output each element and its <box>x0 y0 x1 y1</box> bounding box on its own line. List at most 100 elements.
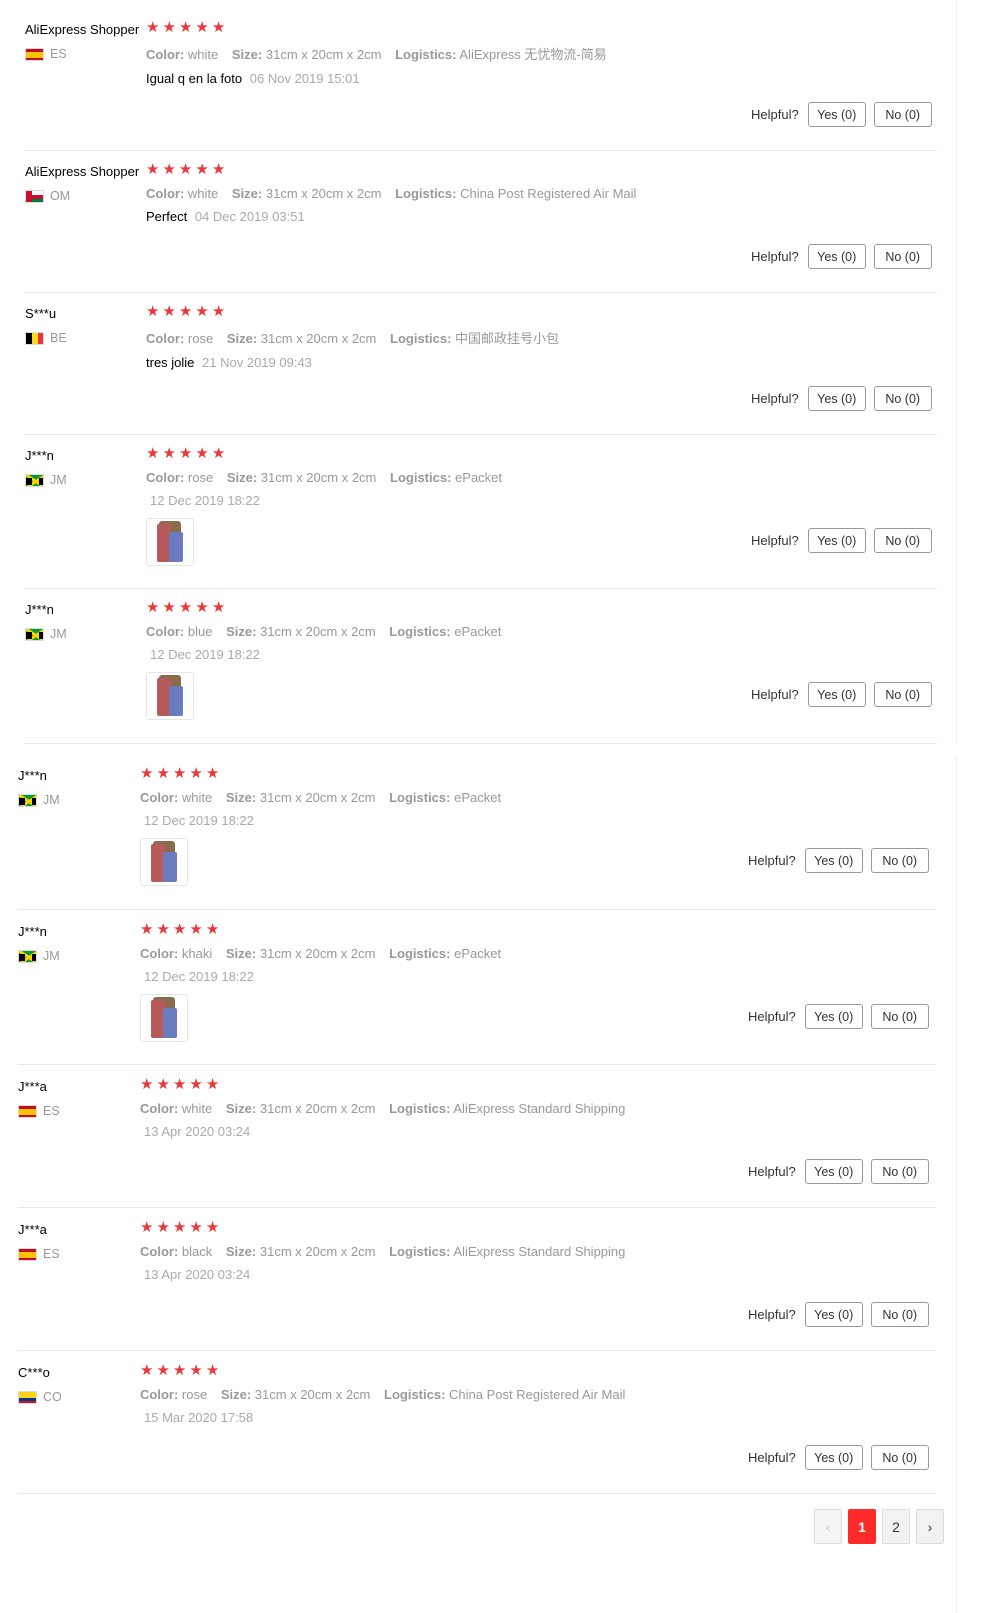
helpful-yes-button[interactable]: Yes (0) <box>804 1159 863 1184</box>
helpful-yes-button[interactable]: Yes (0) <box>807 528 866 553</box>
reviewer-name: J***n <box>18 768 47 783</box>
review-photo-thumbnail[interactable] <box>146 518 194 566</box>
review-text-line: 12 Dec 2019 18:22 <box>146 647 511 662</box>
helpful-no-button[interactable]: No (0) <box>873 102 932 127</box>
star-icon: ★ <box>211 161 226 178</box>
logistics-value: ePacket <box>454 790 502 805</box>
star-icon: ★ <box>172 1219 187 1236</box>
review-body: ★ ★ ★ ★ ★ Color: rose Size: 31cm x 20cm x 2c… <box>146 304 569 370</box>
review-date: 12 Dec 2019 18:22 <box>144 969 254 984</box>
color-value: blue <box>187 624 213 639</box>
helpful-label: Helpful? <box>748 1164 796 1179</box>
helpful-no-button[interactable]: No (0) <box>870 1004 929 1029</box>
pagination: ‹ 1 2 › <box>814 1509 944 1544</box>
logistics-label: Logistics: <box>389 790 451 805</box>
review-body: ★ ★ ★ ★ ★ Color: rose Size: 31cm x 20cm x 2c… <box>146 446 512 566</box>
country-code: JM <box>43 949 60 963</box>
rating-stars: ★ ★ ★ ★ ★ <box>146 600 511 616</box>
helpful-yes-button[interactable]: Yes (0) <box>804 848 863 873</box>
star-icon: ★ <box>156 1362 170 1379</box>
helpful-label: Helpful? <box>751 687 799 702</box>
helpful-label: Helpful? <box>748 1450 796 1465</box>
review-text: Perfect <box>146 209 188 224</box>
helpful-yes-button[interactable]: Yes (0) <box>807 244 866 269</box>
helpful-label: Helpful? <box>751 391 799 406</box>
logistics-label: Logistics: <box>389 1101 451 1116</box>
review-text-line: Perfect 04 Dec 2019 03:51 <box>146 209 646 224</box>
helpful-yes-button[interactable]: Yes (0) <box>804 1445 863 1470</box>
helpful-no-button[interactable]: No (0) <box>873 528 932 553</box>
helpful-no-button[interactable]: No (0) <box>870 1445 929 1470</box>
helpful-no-button[interactable]: No (0) <box>873 682 932 707</box>
review-text: Igual q en la foto <box>146 71 243 86</box>
color-value: rose <box>187 470 214 485</box>
helpful-vote: Helpful? Yes (0) No (0) <box>748 1302 929 1327</box>
star-icon: ★ <box>162 303 176 320</box>
review-text: tres jolie <box>146 355 195 370</box>
review-item: AliExpress Shopper OM ★ ★ ★ ★ ★ Color: white… <box>25 142 937 293</box>
size-label: Size: <box>225 790 257 805</box>
reviewer-name: J***a <box>18 1222 47 1237</box>
helpful-vote: Helpful? Yes (0) No (0) <box>748 1445 929 1470</box>
reviewer-country: JM <box>25 473 150 487</box>
color-value: white <box>187 186 219 201</box>
next-page-button[interactable]: › <box>916 1509 944 1544</box>
color-value: rose <box>187 331 214 346</box>
review-date: 12 Dec 2019 18:22 <box>150 493 260 508</box>
star-icon: ★ <box>156 1219 170 1236</box>
country-code: CO <box>43 1390 62 1404</box>
color-label: Color: <box>140 946 179 961</box>
review-photo-thumbnail[interactable] <box>140 838 188 886</box>
helpful-no-button[interactable]: No (0) <box>870 1159 929 1184</box>
color-label: Color: <box>146 470 185 485</box>
prev-page-button[interactable]: ‹ <box>814 1509 842 1544</box>
sku-info: Color: white Size: 31cm x 20cm x 2cm Log… <box>140 790 511 805</box>
country-code: JM <box>50 473 67 487</box>
helpful-yes-button[interactable]: Yes (0) <box>804 1302 863 1327</box>
review-text-line: tres jolie 21 Nov 2019 09:43 <box>146 355 569 370</box>
color-label: Color: <box>146 331 185 346</box>
review-body: ★ ★ ★ ★ ★ Color: white Size: 31cm x 20cm x 2… <box>140 1077 635 1139</box>
size-value: 31cm x 20cm x 2cm <box>259 1244 376 1259</box>
reviewer-name: J***n <box>18 924 47 939</box>
helpful-yes-button[interactable]: Yes (0) <box>807 386 866 411</box>
helpful-no-button[interactable]: No (0) <box>870 1302 929 1327</box>
helpful-yes-button[interactable]: Yes (0) <box>807 102 866 127</box>
helpful-yes-button[interactable]: Yes (0) <box>804 1004 863 1029</box>
page-2-button[interactable]: 2 <box>882 1509 910 1544</box>
helpful-no-button[interactable]: No (0) <box>870 848 929 873</box>
helpful-no-button[interactable]: No (0) <box>873 244 932 269</box>
star-icon: ★ <box>146 445 160 462</box>
reviewer-name: J***n <box>25 448 54 463</box>
review-body: ★ ★ ★ ★ ★ Color: white Size: 31cm x 20cm x 2… <box>146 20 617 86</box>
flag-es-icon <box>25 47 44 61</box>
helpful-vote: Helpful? Yes (0) No (0) <box>751 244 932 269</box>
star-icon: ★ <box>156 765 170 782</box>
rating-stars: ★ ★ ★ ★ ★ <box>140 1077 635 1093</box>
page-1-button[interactable]: 1 <box>848 1509 876 1544</box>
star-icon: ★ <box>140 1362 154 1379</box>
review-body: ★ ★ ★ ★ ★ Color: black Size: 31cm x 20cm x 2… <box>140 1220 635 1282</box>
size-value: 31cm x 20cm x 2cm <box>260 624 376 639</box>
size-label: Size: <box>231 186 263 201</box>
country-code: JM <box>50 627 67 641</box>
review-item: AliExpress Shopper ES ★ ★ ★ ★ ★ Color: white… <box>25 0 937 151</box>
helpful-no-button[interactable]: No (0) <box>873 386 932 411</box>
star-icon: ★ <box>189 1219 203 1236</box>
review-item: C***o CO ★ ★ ★ ★ ★ Color: rose Size: 31cm x … <box>18 1343 936 1494</box>
helpful-vote: Helpful? Yes (0) No (0) <box>748 1004 929 1029</box>
star-icon: ★ <box>172 1362 187 1379</box>
helpful-vote: Helpful? Yes (0) No (0) <box>751 528 932 553</box>
review-date: 06 Nov 2019 15:01 <box>249 71 360 86</box>
helpful-yes-button[interactable]: Yes (0) <box>807 682 866 707</box>
reviewer-info: J***a ES <box>18 1222 143 1261</box>
reviewer-country: JM <box>18 949 143 963</box>
sku-info: Color: black Size: 31cm x 20cm x 2cm Log… <box>140 1244 635 1259</box>
flag-jm-icon <box>18 793 37 807</box>
color-label: Color: <box>146 186 185 201</box>
review-photo-thumbnail[interactable] <box>140 994 188 1042</box>
star-icon: ★ <box>211 19 226 36</box>
review-photo-thumbnail[interactable] <box>146 672 194 720</box>
review-body: ★ ★ ★ ★ ★ Color: rose Size: 31cm x 20cm x 2c… <box>140 1363 635 1425</box>
size-value: 31cm x 20cm x 2cm <box>260 331 377 346</box>
